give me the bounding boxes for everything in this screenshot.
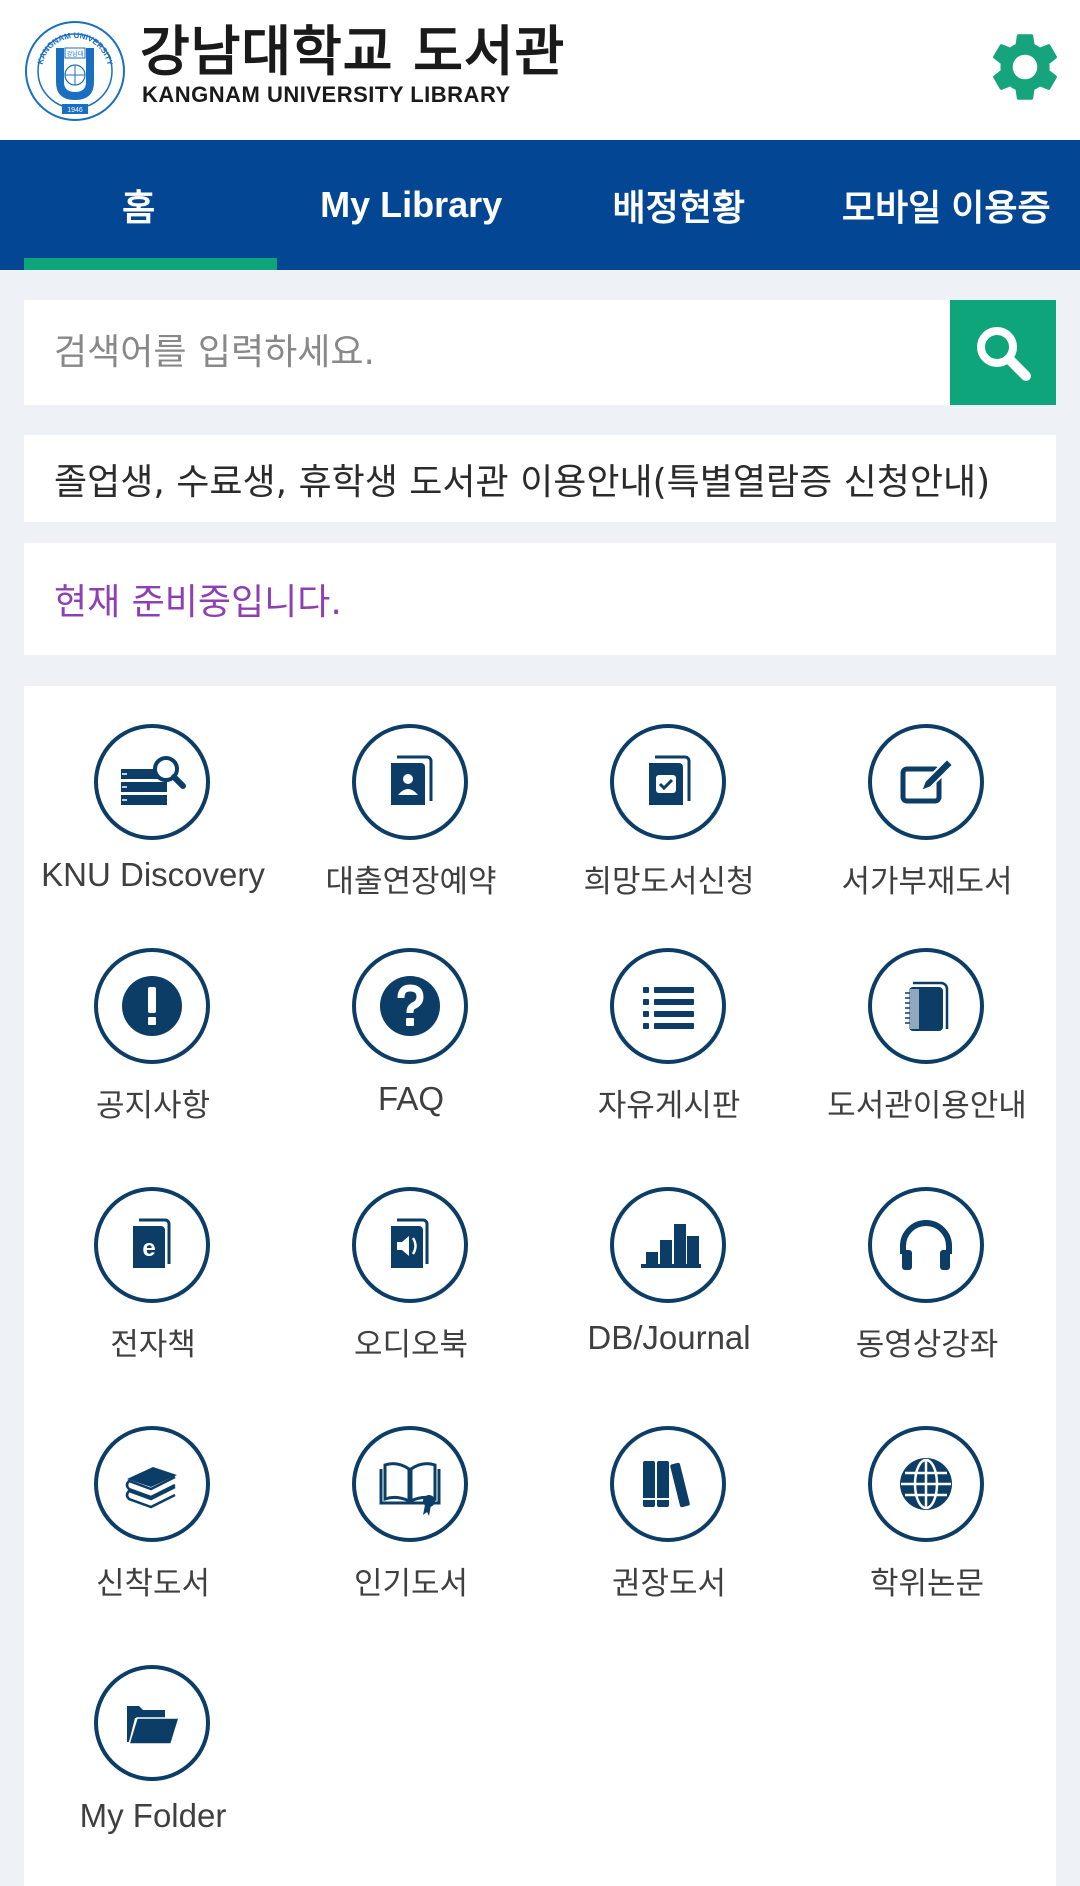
menu-label: 오디오북 (353, 1327, 469, 1363)
search-input[interactable] (24, 300, 950, 405)
search-bar (24, 300, 1056, 405)
search-button[interactable] (950, 300, 1056, 405)
menu-faq[interactable]: FAQ (282, 910, 540, 1150)
gear-icon[interactable] (984, 26, 1066, 108)
menu-video-lectures[interactable]: 동영상강좌 (798, 1149, 1056, 1389)
svg-text:강남대: 강남대 (67, 50, 84, 58)
svg-text:1946: 1946 (67, 107, 83, 114)
menu-label: FAQ (377, 1080, 445, 1117)
question-icon (352, 948, 468, 1064)
notice-item[interactable]: 졸업생, 수료생, 휴학생 도서관 이용안내(특별열람증 신청안내) (24, 435, 1056, 522)
list-icon (610, 948, 726, 1064)
tab-home[interactable]: 홈 (0, 140, 278, 270)
menu-label: 도서관이용안내 (827, 1088, 1027, 1124)
library-subtitle: KANGNAM UNIVERSITY LIBRARY (142, 82, 511, 107)
tab-mobile-id[interactable]: 모바일 이용증 (812, 140, 1080, 270)
menu-label: KNU Discovery (41, 856, 265, 893)
menu-label: 서가부재도서 (841, 864, 1013, 900)
menu-new-books[interactable]: 신착도서 (24, 1388, 282, 1628)
tab-my-library[interactable]: My Library (277, 140, 545, 270)
tab-mobile-id-label: 모바일 이용증 (841, 187, 1051, 228)
notice-text: 졸업생, 수료생, 휴학생 도서관 이용안내(특별열람증 신청안내) (54, 461, 991, 503)
book-stack-icon (94, 1426, 210, 1542)
menu-loan-renewal[interactable]: 대출연장예약 (282, 686, 540, 926)
menu-grid: KNU Discovery 대출연장예약 희망도서신청 서가부재도서 공지사항 … (24, 686, 1056, 1886)
menu-free-board[interactable]: 자유게시판 (540, 910, 798, 1150)
ebook-icon: e (94, 1187, 210, 1303)
menu-book-request[interactable]: 희망도서신청 (540, 686, 798, 926)
globe-icon (868, 1426, 984, 1542)
menu-label: 인기도서 (353, 1566, 469, 1602)
folder-open-icon (94, 1665, 210, 1781)
menu-knu-discovery[interactable]: KNU Discovery (24, 686, 282, 926)
menu-label: 신착도서 (95, 1566, 211, 1602)
menu-label: 대출연장예약 (325, 864, 497, 900)
notebook-icon (868, 948, 984, 1064)
menu-label: 동영상강좌 (855, 1327, 999, 1363)
menu-label: 자유게시판 (597, 1088, 741, 1124)
bar-chart-icon (610, 1187, 726, 1303)
notice-text: 현재 준비중입니다. (54, 582, 342, 623)
tab-home-label: 홈 (122, 187, 156, 228)
menu-audiobook[interactable]: 오디오북 (282, 1149, 540, 1389)
audiobook-icon (352, 1187, 468, 1303)
menu-popular-books[interactable]: 인기도서 (282, 1388, 540, 1628)
open-book-award-icon (352, 1426, 468, 1542)
menu-label: 희망도서신청 (583, 864, 755, 900)
menu-my-folder[interactable]: My Folder (24, 1627, 282, 1867)
books-shelf-icon (610, 1426, 726, 1542)
tab-seat-status[interactable]: 배정현황 (545, 140, 813, 270)
menu-label: DB/Journal (587, 1319, 751, 1356)
menu-label: My Folder (79, 1797, 227, 1834)
tab-seat-status-label: 배정현황 (612, 187, 745, 228)
edit-icon (868, 724, 984, 840)
menu-theses[interactable]: 학위논문 (798, 1388, 1056, 1628)
menu-label: 학위논문 (869, 1566, 985, 1602)
svg-text:e: e (142, 1235, 155, 1262)
menu-label: 공지사항 (95, 1088, 211, 1124)
menu-label: 권장도서 (611, 1566, 727, 1602)
app-header: KANGNAM UNIVERSITY 강남대 1946 강남대학교 도서관 KA… (0, 0, 1080, 140)
menu-db-journal[interactable]: DB/Journal (540, 1149, 798, 1389)
library-title: 강남대학교 도서관 (140, 20, 566, 83)
search-icon (977, 326, 1031, 381)
menu-label: 전자책 (110, 1327, 196, 1363)
menu-library-guide[interactable]: 도서관이용안내 (798, 910, 1056, 1150)
main-nav: 홈 My Library 배정현황 모바일 이용증 (0, 140, 1080, 270)
book-check-icon (610, 724, 726, 840)
tab-my-library-label: My Library (320, 184, 503, 225)
university-logo[interactable]: KANGNAM UNIVERSITY 강남대 1946 (24, 20, 126, 122)
menu-ebook[interactable]: e 전자책 (24, 1149, 282, 1389)
menu-recommended-books[interactable]: 권장도서 (540, 1388, 798, 1628)
menu-missing-books[interactable]: 서가부재도서 (798, 686, 1056, 926)
exclamation-icon (94, 948, 210, 1064)
headphones-icon (868, 1187, 984, 1303)
database-search-icon (94, 724, 210, 840)
notice-item[interactable]: 현재 준비중입니다. (24, 543, 1056, 655)
menu-notices[interactable]: 공지사항 (24, 910, 282, 1150)
contact-book-icon (352, 724, 468, 840)
